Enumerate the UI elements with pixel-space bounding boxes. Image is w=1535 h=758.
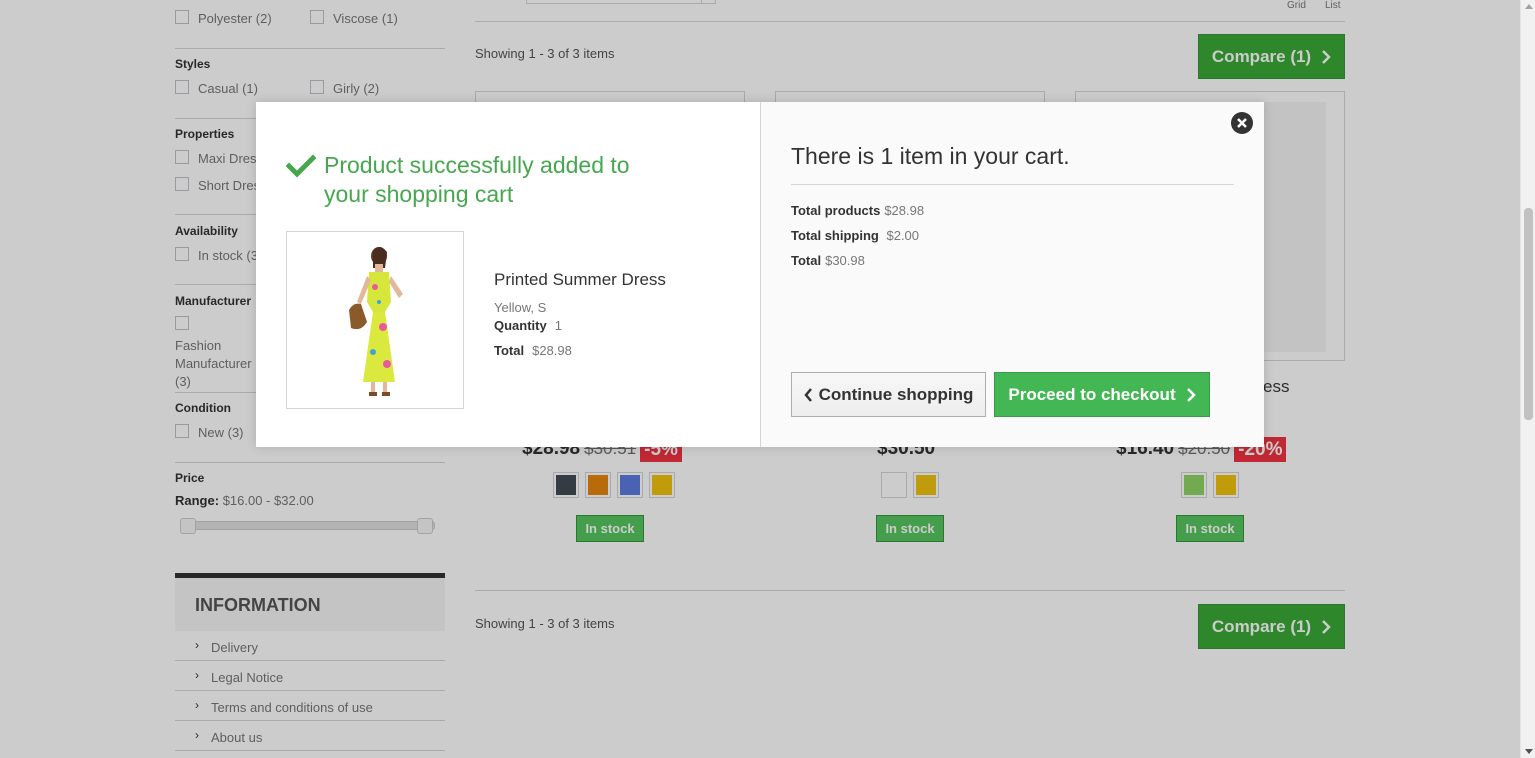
total-products-line: Total products $28.98 xyxy=(791,203,925,218)
page-scrollbar[interactable] xyxy=(1520,0,1535,758)
success-message: Product successfully added to your shopp… xyxy=(286,151,646,209)
total-shipping-line: Total shipping $2.00 xyxy=(791,228,920,243)
close-icon xyxy=(1237,118,1247,128)
chevron-right-icon xyxy=(1186,387,1196,402)
modal-cart-panel: There is 1 item in your cart. Total prod… xyxy=(761,102,1264,447)
scroll-up-arrow-icon[interactable] xyxy=(1525,4,1533,9)
product-thumbnail xyxy=(286,231,464,409)
modal-product-panel: Product successfully added to your shopp… xyxy=(256,102,761,447)
chevron-left-icon xyxy=(803,387,812,402)
cart-summary-title: There is 1 item in your cart. xyxy=(791,143,1234,185)
product-attributes: Yellow, S xyxy=(494,300,547,315)
cart-total-line: Total $30.98 xyxy=(791,253,865,268)
proceed-to-checkout-button[interactable]: Proceed to checkout xyxy=(994,372,1210,417)
product-name: Printed Summer Dress xyxy=(494,270,666,289)
close-modal-button[interactable] xyxy=(1231,112,1253,134)
scrollbar-thumb[interactable] xyxy=(1524,208,1533,420)
product-total: Total $28.98 xyxy=(494,343,572,358)
add-to-cart-modal: Product successfully added to your shopp… xyxy=(256,102,1264,447)
product-quantity: Quantity 1 xyxy=(494,318,562,333)
scroll-down-arrow-icon[interactable] xyxy=(1525,749,1533,754)
dress-product-image xyxy=(349,247,403,396)
checkmark-icon xyxy=(286,154,316,178)
continue-shopping-button[interactable]: Continue shopping xyxy=(791,372,986,417)
